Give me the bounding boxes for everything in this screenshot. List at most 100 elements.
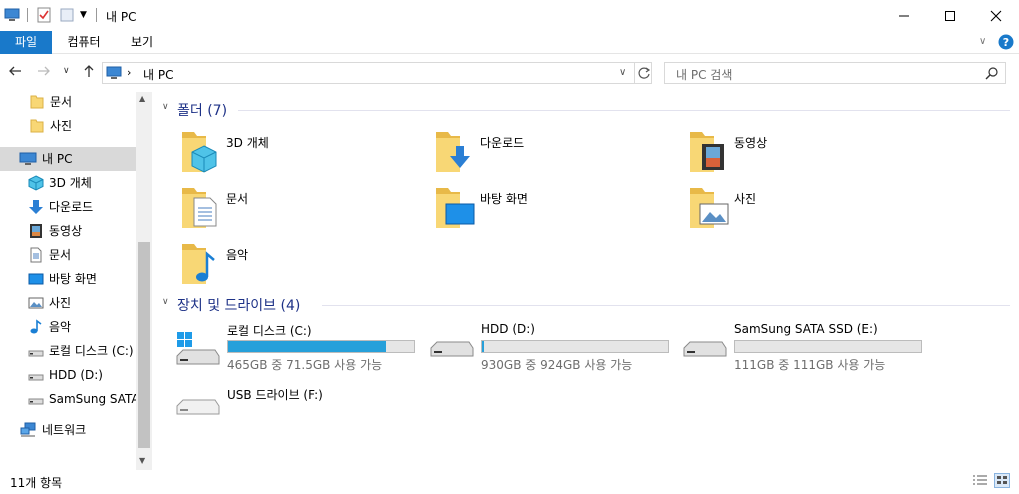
sidebar-item-samsung-ssd[interactable]: SamSung SATA <box>0 387 136 411</box>
recent-locations-icon[interactable]: ∨ <box>63 66 70 76</box>
video-icon <box>690 132 724 172</box>
breadcrumb-current[interactable]: 내 PC <box>143 66 173 83</box>
svg-text:?: ? <box>1003 36 1009 49</box>
help-icon[interactable]: ? <box>998 34 1014 50</box>
video-icon <box>28 223 44 239</box>
computer-icon[interactable] <box>4 7 20 23</box>
folder-tile-desktop[interactable]: 바탕 화면 <box>434 184 664 234</box>
drive-label: SamSung SATA SSD (E:) <box>734 322 878 336</box>
folders-group-header[interactable]: 폴더 (7) <box>177 100 227 120</box>
windows-drive-icon <box>176 332 220 365</box>
large-icons-view-icon[interactable] <box>994 473 1010 488</box>
sidebar-item-this-pc[interactable]: 내 PC <box>0 147 136 171</box>
drive-icon <box>28 343 44 359</box>
customize-toolbar-icon[interactable]: ▼ <box>80 10 96 26</box>
sidebar-item-label: 네트워크 <box>42 423 87 437</box>
collapse-group-icon[interactable]: ∨ <box>162 297 169 307</box>
folder-tile-music[interactable]: 음악 <box>180 240 410 290</box>
sidebar-item-label: 문서 <box>50 95 73 109</box>
sidebar-item-label: 다운로드 <box>49 200 94 214</box>
tab-computer[interactable]: 컴퓨터 <box>58 31 110 54</box>
search-icon[interactable] <box>985 66 999 83</box>
sidebar-item-local-disk-c[interactable]: 로컬 디스크 (C:) <box>0 339 136 363</box>
refresh-icon[interactable] <box>637 66 651 83</box>
folder-label: 문서 <box>226 192 249 206</box>
drives-group-header[interactable]: 장치 및 드라이브 (4) <box>177 295 300 315</box>
sidebar-item-hdd-d[interactable]: HDD (D:) <box>0 363 136 387</box>
3d-objects-icon <box>28 175 44 191</box>
drive-free-space: 465GB 중 71.5GB 사용 가능 <box>227 358 383 372</box>
properties-icon[interactable] <box>36 7 52 23</box>
minimize-button[interactable] <box>881 0 927 31</box>
sidebar-item-pictures[interactable]: 사진 <box>0 291 136 315</box>
folder-icon <box>29 118 45 134</box>
sidebar-item-downloads[interactable]: 다운로드 <box>0 195 136 219</box>
drive-tile-c[interactable]: 로컬 디스크 (C:) 465GB 중 71.5GB 사용 가능 <box>175 322 420 372</box>
folder-label: 3D 개체 <box>226 136 269 150</box>
scroll-up-icon[interactable]: ▲ <box>139 94 145 103</box>
scroll-down-icon[interactable]: ▼ <box>139 456 145 465</box>
folder-tile-documents[interactable]: 문서 <box>180 184 410 234</box>
scrollbar-thumb[interactable] <box>138 242 150 448</box>
collapse-group-icon[interactable]: ∨ <box>162 102 169 112</box>
sidebar-item-label: 내 PC <box>42 152 73 166</box>
expand-ribbon-icon[interactable]: ∨ <box>979 36 986 47</box>
picture-icon <box>28 295 44 311</box>
address-bar[interactable]: › 내 PC ∨ <box>102 62 652 84</box>
drive-free-space: 930GB 중 924GB 사용 가능 <box>481 358 633 372</box>
forward-arrow-icon[interactable] <box>37 64 51 82</box>
drive-free-space: 111GB 중 111GB 사용 가능 <box>734 358 886 372</box>
music-icon <box>182 244 215 284</box>
sidebar-item-documents[interactable]: 문서 <box>0 243 136 267</box>
sidebar-item-3d-objects[interactable]: 3D 개체 <box>0 171 136 195</box>
sidebar-scrollbar[interactable]: ▲ ▼ <box>136 92 152 470</box>
window-title: 내 PC <box>106 10 137 24</box>
desktop-icon <box>28 271 44 287</box>
desktop-icon <box>436 188 475 228</box>
search-input[interactable]: 내 PC 검색 <box>664 62 1006 84</box>
maximize-button[interactable] <box>927 0 973 31</box>
drive-icon <box>683 341 727 357</box>
drive-tile-d[interactable]: HDD (D:) 930GB 중 924GB 사용 가능 <box>429 322 674 372</box>
folder-tile-downloads[interactable]: 다운로드 <box>434 128 664 178</box>
drive-usage-bar <box>227 340 415 353</box>
status-bar: 11개 항목 <box>0 470 1019 494</box>
drive-usage-bar <box>734 340 922 353</box>
tab-file[interactable]: 파일 <box>0 31 52 54</box>
navigation-pane: 문서 사진 내 PC 3D 개체 다운로드 동영상 문서 바탕 화면 사진 음악… <box>0 92 152 470</box>
folder-tile-pictures[interactable]: 사진 <box>688 184 918 234</box>
sidebar-item-network[interactable]: 네트워크 <box>0 418 136 442</box>
sidebar-item-label: HDD (D:) <box>49 368 103 382</box>
folder-label: 바탕 화면 <box>480 192 528 206</box>
drive-icon <box>430 341 474 357</box>
sidebar-item-desktop[interactable]: 바탕 화면 <box>0 267 136 291</box>
drive-icon <box>28 391 44 407</box>
sidebar-item-label: 음악 <box>49 320 72 334</box>
item-count: 11개 항목 <box>10 476 63 490</box>
sidebar-item-pictures-quick[interactable]: 사진 <box>0 114 136 138</box>
drive-tile-e[interactable]: SamSung SATA SSD (E:) 111GB 중 111GB 사용 가… <box>682 322 927 372</box>
title-bar: ▼ 내 PC <box>0 0 1019 31</box>
drive-tile-f[interactable]: USB 드라이브 (F:) <box>175 386 420 432</box>
music-icon <box>28 319 44 335</box>
sidebar-item-music[interactable]: 음악 <box>0 315 136 339</box>
back-arrow-icon[interactable] <box>8 64 22 82</box>
drive-icon <box>28 367 44 383</box>
details-view-icon[interactable] <box>972 474 988 491</box>
tab-view[interactable]: 보기 <box>118 31 166 54</box>
sidebar-item-label: 사진 <box>49 296 72 310</box>
document-icon <box>28 247 44 263</box>
sidebar-item-label: 동영상 <box>49 224 83 238</box>
folder-tile-videos[interactable]: 동영상 <box>688 128 918 178</box>
sidebar-item-videos[interactable]: 동영상 <box>0 219 136 243</box>
folder-tile-3d-objects[interactable]: 3D 개체 <box>180 128 410 178</box>
address-dropdown-icon[interactable]: ∨ <box>619 67 626 78</box>
breadcrumb-chevron-icon[interactable]: › <box>127 66 131 79</box>
new-folder-icon[interactable] <box>59 7 75 23</box>
folder-label: 사진 <box>734 192 757 206</box>
close-button[interactable] <box>973 0 1019 31</box>
sidebar-item-label: SamSung SATA <box>49 392 136 406</box>
sidebar-item-documents-quick[interactable]: 문서 <box>0 90 136 114</box>
up-arrow-icon[interactable] <box>82 64 96 82</box>
computer-icon <box>19 151 37 167</box>
